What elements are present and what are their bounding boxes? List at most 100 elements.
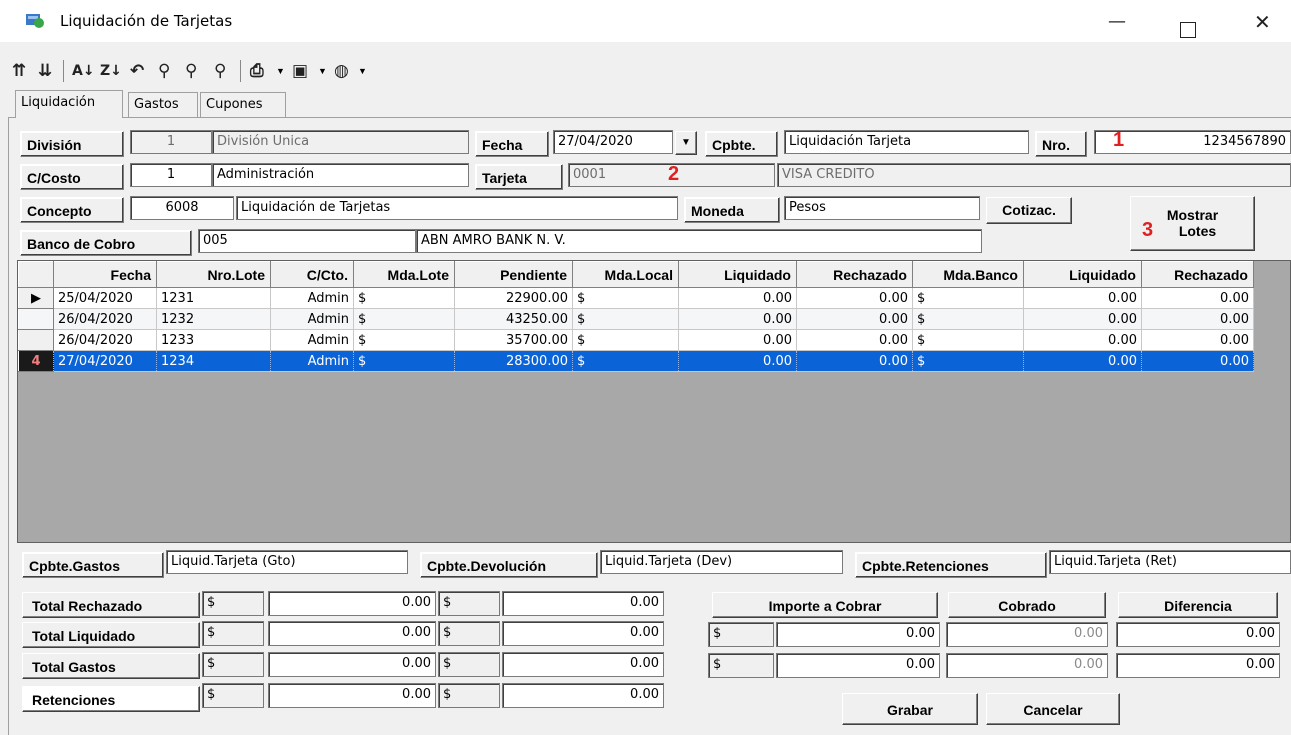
cell-liquidado-banco[interactable]: 0.00 [1023,350,1142,372]
cell-pendiente[interactable]: 28300.00 [454,350,573,372]
cell-pendiente[interactable]: 43250.00 [454,308,573,330]
cell-mda-local[interactable]: $ [572,287,679,309]
row-indicator[interactable] [18,329,54,351]
sort-asc-icon[interactable]: A↓ [72,62,95,80]
importe-amt-2[interactable]: 0.00 [776,653,940,678]
export-icon[interactable]: ▣ [292,62,308,80]
cell-ccto[interactable]: Admin [270,287,354,309]
table-row-selected[interactable]: 4 27/04/2020 1234 Admin $ 28300.00 $ 0.0… [18,350,1254,372]
importe-amt-1[interactable]: 0.00 [776,622,940,647]
cell-rechazado-banco[interactable]: 0.00 [1141,308,1254,330]
lotes-grid[interactable]: Fecha Nro.Lote C/Cto. Mda.Lote Pendiente… [17,260,1291,543]
col-fecha[interactable]: Fecha [53,261,157,288]
cell-nro-lote[interactable]: 1231 [156,287,271,309]
row-indicator[interactable]: 4 [18,350,54,372]
table-row[interactable]: 26/04/2020 1233 Admin $ 35700.00 $ 0.00 … [18,329,1254,351]
cell-ccto[interactable]: Admin [270,308,354,330]
minimize-button[interactable]: — [1108,13,1126,31]
cell-mda-local[interactable]: $ [572,329,679,351]
cpbte-gastos-field[interactable]: Liquid.Tarjeta (Gto) [166,550,408,574]
cell-liquidado[interactable]: 0.00 [678,308,797,330]
tab-gastos[interactable]: Gastos [128,92,198,117]
cell-rechazado[interactable]: 0.00 [796,329,913,351]
tab-cupones[interactable]: Cupones [200,92,286,117]
search-all-icon[interactable]: ⚲ [214,62,226,80]
cell-rechazado-banco[interactable]: 0.00 [1141,287,1254,309]
indent-up-icon[interactable]: ⇈ [12,62,26,80]
cpbte-retenciones-field[interactable]: Liquid.Tarjeta (Ret) [1049,550,1291,574]
division-code-field[interactable]: 1 [130,130,212,154]
costo-name-field[interactable]: Administración [212,163,469,187]
print-dropdown-icon[interactable]: ▼ [276,66,285,76]
cell-nro-lote[interactable]: 1232 [156,308,271,330]
col-nro-lote[interactable]: Nro.Lote [156,261,271,288]
cell-rechazado[interactable]: 0.00 [796,350,913,372]
col-liquidado[interactable]: Liquidado [678,261,797,288]
search-icon[interactable]: ⚲ [158,62,170,80]
close-button[interactable]: ✕ [1254,12,1271,32]
web-dropdown-icon[interactable]: ▼ [358,66,367,76]
cell-mda-lote[interactable]: $ [353,329,455,351]
fecha-dropdown-button[interactable]: ▼ [675,131,697,155]
cotizac-button[interactable]: Cotizac. [986,197,1072,224]
maximize-button[interactable] [1180,22,1196,38]
cell-mda-banco[interactable]: $ [912,350,1024,372]
cell-mda-local[interactable]: $ [572,350,679,372]
cell-mda-lote[interactable]: $ [353,308,455,330]
col-mda-banco[interactable]: Mda.Banco [912,261,1024,288]
row-indicator[interactable]: ▶ [18,287,54,309]
cell-rechazado[interactable]: 0.00 [796,308,913,330]
banco-code-field[interactable]: 005 [198,229,416,253]
cell-ccto[interactable]: Admin [270,329,354,351]
moneda-field[interactable]: Pesos [784,196,980,220]
row-indicator[interactable] [18,308,54,330]
cell-liquidado-banco[interactable]: 0.00 [1023,308,1142,330]
cell-fecha[interactable]: 26/04/2020 [53,308,157,330]
cell-rechazado-banco[interactable]: 0.00 [1141,329,1254,351]
cell-nro-lote[interactable]: 1234 [156,350,271,372]
cell-rechazado[interactable]: 0.00 [796,287,913,309]
web-icon[interactable]: ◍ [334,62,349,80]
cell-mda-banco[interactable]: $ [912,329,1024,351]
cell-liquidado-banco[interactable]: 0.00 [1023,329,1142,351]
cancelar-button[interactable]: Cancelar [986,693,1120,725]
cell-ccto[interactable]: Admin [270,350,354,372]
cpbte-devolucion-field[interactable]: Liquid.Tarjeta (Dev) [600,550,843,574]
cell-liquidado[interactable]: 0.00 [678,287,797,309]
table-row[interactable]: 26/04/2020 1232 Admin $ 43250.00 $ 0.00 … [18,308,1254,330]
sort-desc-icon[interactable]: Z↓ [100,62,122,80]
cell-nro-lote[interactable]: 1233 [156,329,271,351]
indent-down-icon[interactable]: ⇊ [38,62,52,80]
cell-fecha[interactable]: 26/04/2020 [53,329,157,351]
col-rechazado[interactable]: Rechazado [796,261,913,288]
cpbte-field[interactable]: Liquidación Tarjeta [784,130,1029,154]
undo-icon[interactable]: ↶ [130,62,144,80]
col-pendiente[interactable]: Pendiente [454,261,573,288]
export-dropdown-icon[interactable]: ▼ [318,66,327,76]
concepto-code-field[interactable]: 6008 [130,196,234,220]
tab-liquidacion[interactable]: Liquidación [15,90,123,118]
concepto-name-field[interactable]: Liquidación de Tarjetas [236,196,678,220]
cell-rechazado-banco[interactable]: 0.00 [1141,350,1254,372]
banco-name-field[interactable]: ABN AMRO BANK N. V. [416,229,982,253]
print-icon[interactable]: ⎙ [250,62,264,80]
tarjeta-name-field[interactable]: VISA CREDITO [777,163,1291,187]
cell-fecha[interactable]: 27/04/2020 [53,350,157,372]
col-ccto[interactable]: C/Cto. [270,261,354,288]
division-name-field[interactable]: División Unica [212,130,469,154]
cell-mda-banco[interactable]: $ [912,287,1024,309]
grabar-button[interactable]: Grabar [842,693,978,725]
cell-liquidado[interactable]: 0.00 [678,350,797,372]
col-mda-local[interactable]: Mda.Local [572,261,679,288]
col-rechazado-banco[interactable]: Rechazado [1141,261,1254,288]
costo-code-field[interactable]: 1 [130,163,212,187]
cell-mda-banco[interactable]: $ [912,308,1024,330]
col-liquidado-banco[interactable]: Liquidado [1023,261,1142,288]
cell-fecha[interactable]: 25/04/2020 [53,287,157,309]
cell-pendiente[interactable]: 22900.00 [454,287,573,309]
cell-liquidado[interactable]: 0.00 [678,329,797,351]
fecha-field[interactable]: 27/04/2020 [553,130,673,154]
cell-mda-lote[interactable]: $ [353,350,455,372]
cell-liquidado-banco[interactable]: 0.00 [1023,287,1142,309]
cell-mda-local[interactable]: $ [572,308,679,330]
